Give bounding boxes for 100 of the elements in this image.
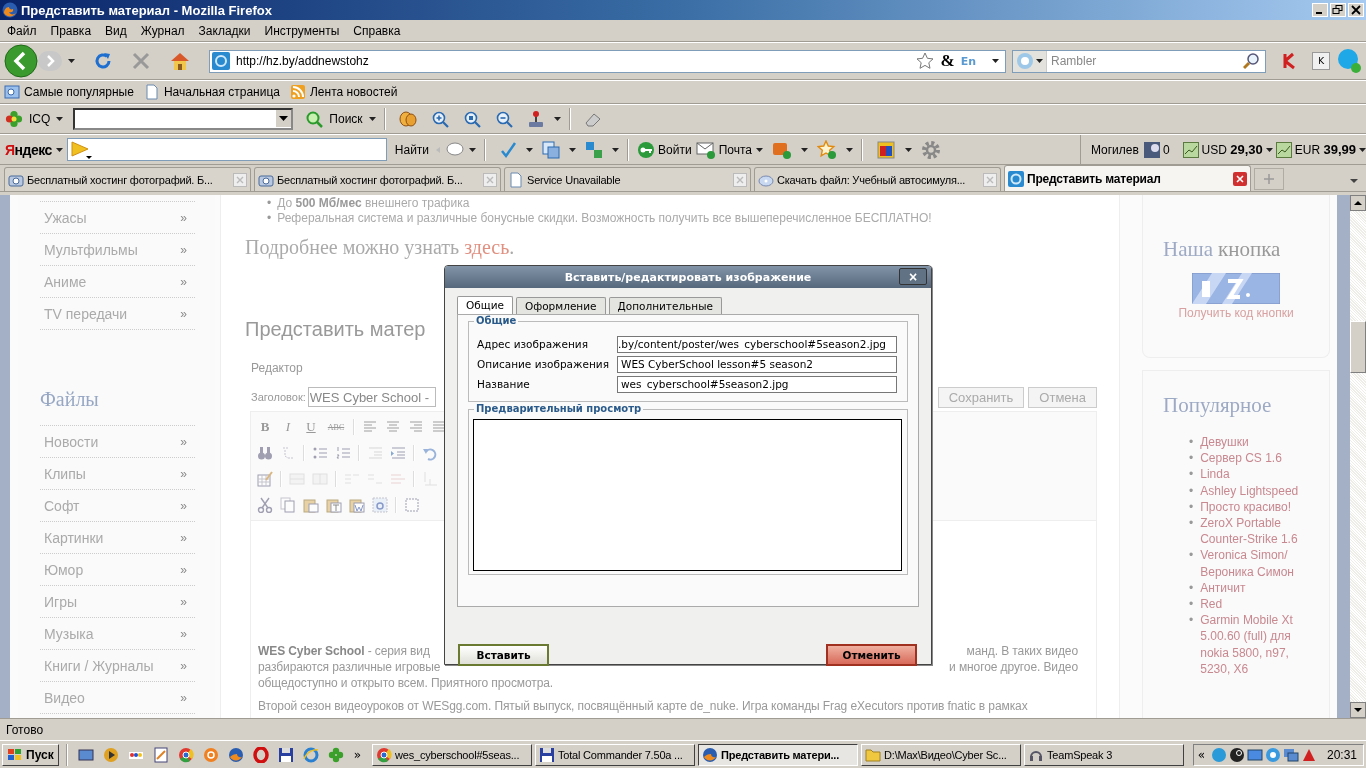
- site-banner[interactable]: [1192, 273, 1280, 304]
- caret-icon[interactable]: [1359, 147, 1366, 152]
- browser-tab[interactable]: Service Unavailable: [504, 167, 751, 191]
- taskbar-button[interactable]: TeamSpeak 3: [1024, 743, 1185, 766]
- search-icon[interactable]: [305, 110, 324, 128]
- sidebar-item[interactable]: Книги / Журналы »: [40, 650, 195, 682]
- sidebar-item[interactable]: Аниме »: [40, 266, 195, 298]
- find-button[interactable]: Найти: [392, 142, 432, 157]
- home-icon[interactable]: [169, 51, 191, 71]
- caret-icon[interactable]: [68, 59, 75, 63]
- caret-icon[interactable]: [992, 59, 999, 63]
- input-field[interactable]: WES CyberSchool lesson#5 season2: [617, 355, 897, 373]
- zoom-in-icon[interactable]: [430, 110, 449, 128]
- minimize-button[interactable]: [1312, 3, 1328, 17]
- zoom-reset-icon[interactable]: [462, 110, 481, 128]
- firefox-icon[interactable]: [227, 746, 244, 763]
- exchange-rate[interactable]: USD 29,30: [1201, 142, 1263, 157]
- align-justify-icon[interactable]: [431, 419, 447, 435]
- caret-icon[interactable]: [756, 147, 763, 152]
- title-field[interactable]: WES Cyber School -: [307, 387, 436, 407]
- caret-icon[interactable]: [569, 147, 577, 152]
- icq-search-field[interactable]: [73, 108, 294, 130]
- close-button[interactable]: [1348, 3, 1364, 17]
- taskbar-button[interactable]: Total Commander 7.50a ...: [535, 743, 696, 766]
- tray-expand-button[interactable]: «: [1197, 747, 1205, 762]
- browser-tab[interactable]: Скачать файл: Учебный автосимуля...: [754, 167, 1001, 191]
- sidebar-item[interactable]: Ужасы »: [40, 202, 195, 234]
- star-icon[interactable]: [817, 139, 837, 160]
- menu-item[interactable]: Инструменты: [257, 23, 347, 38]
- input-field[interactable]: .by/content/poster/wes_cyberschool#5season2.jpg: [617, 335, 897, 353]
- select-all-icon[interactable]: [372, 497, 388, 513]
- sidebar-item[interactable]: Музыка »: [40, 618, 195, 650]
- network-icon[interactable]: [1246, 746, 1263, 763]
- menu-item[interactable]: Файл: [0, 23, 44, 38]
- binoculars-icon[interactable]: [257, 445, 273, 461]
- caret-icon[interactable]: [801, 147, 808, 152]
- dialog-tab[interactable]: Оформление: [515, 297, 606, 314]
- settings-icon[interactable]: [921, 139, 941, 160]
- media-icon[interactable]: [102, 746, 119, 763]
- exchange-rate[interactable]: EUR 39,99: [1294, 142, 1356, 157]
- search-bar[interactable]: Rambler: [1012, 49, 1267, 73]
- skype-icon[interactable]: [1336, 48, 1362, 74]
- chrome-icon[interactable]: [177, 746, 194, 763]
- taskbar-button[interactable]: wes_cyberschool#5seas...: [372, 743, 533, 766]
- caret-icon[interactable]: [612, 147, 620, 152]
- close-icon[interactable]: [1233, 171, 1247, 186]
- notepad-icon[interactable]: [152, 746, 169, 763]
- browser-tab[interactable]: Бесплатный хостинг фотографий. Б...: [4, 167, 251, 191]
- floppy-icon[interactable]: [277, 746, 294, 763]
- menu-item[interactable]: Журнал: [133, 23, 192, 38]
- table-edit-icon[interactable]: [257, 471, 273, 487]
- sidebar-item[interactable]: Игры »: [40, 586, 195, 618]
- weather-city[interactable]: Могилев: [1088, 142, 1141, 157]
- mail-button[interactable]: Почта: [695, 140, 752, 159]
- caret-icon[interactable]: [846, 147, 853, 152]
- monitor-icon[interactable]: [1282, 746, 1299, 763]
- indent-icon[interactable]: [390, 445, 406, 461]
- ampersand-button[interactable]: &: [940, 51, 955, 71]
- cube-icon[interactable]: [876, 139, 896, 160]
- yandex-logo[interactable]: Яндекс: [5, 141, 52, 158]
- chart-icon[interactable]: [1275, 141, 1292, 158]
- insert-button[interactable]: Вставить: [458, 644, 549, 666]
- copy-icon[interactable]: [280, 497, 296, 513]
- bookmark[interactable]: Самые популярные: [4, 84, 134, 100]
- caret-icon[interactable]: [55, 147, 63, 152]
- sidebar-item[interactable]: Софт »: [40, 490, 195, 522]
- search-icon[interactable]: [1243, 52, 1262, 70]
- caret-icon[interactable]: [905, 147, 912, 152]
- taskbar-button[interactable]: Представить матери...: [698, 743, 859, 766]
- menu-item[interactable]: Справка: [346, 23, 408, 38]
- sidebar-item[interactable]: TV передачи »: [40, 298, 195, 330]
- bookmark[interactable]: Лента новостей: [290, 84, 398, 100]
- key-button[interactable]: K: [1312, 52, 1330, 70]
- caret-icon[interactable]: [1036, 59, 1043, 63]
- chart-icon[interactable]: [1182, 141, 1199, 158]
- weather-icon[interactable]: [1143, 141, 1160, 158]
- caret-icon[interactable]: [56, 117, 64, 121]
- caret-icon[interactable]: [526, 147, 534, 152]
- desktop-icon[interactable]: [77, 746, 94, 763]
- translate-icon[interactable]: [542, 140, 561, 159]
- opera-icon[interactable]: [252, 746, 269, 763]
- bookmark[interactable]: Начальная страница: [143, 84, 280, 100]
- steam-icon[interactable]: [1228, 746, 1245, 763]
- sync-icon[interactable]: [1264, 746, 1281, 763]
- yandex-search-field[interactable]: [66, 138, 387, 161]
- reload-icon[interactable]: [93, 51, 113, 71]
- dialog-tab[interactable]: Общие: [457, 296, 513, 314]
- joystick-icon[interactable]: [526, 110, 545, 128]
- cancel-button[interactable]: Отменить: [826, 644, 917, 666]
- menu-item[interactable]: Правка: [43, 23, 99, 38]
- sidebar-item[interactable]: Юмор »: [40, 554, 195, 586]
- caret-icon[interactable]: [368, 117, 376, 121]
- login-button[interactable]: Войти: [637, 140, 692, 159]
- zoom-out-icon[interactable]: [494, 110, 513, 128]
- restore-button[interactable]: [1330, 3, 1346, 17]
- caret-icon[interactable]: [553, 117, 561, 121]
- caret-icon[interactable]: [1265, 147, 1273, 152]
- search-button[interactable]: Поиск: [327, 112, 365, 126]
- star-icon[interactable]: [916, 52, 935, 70]
- clover-icon[interactable]: [327, 746, 344, 763]
